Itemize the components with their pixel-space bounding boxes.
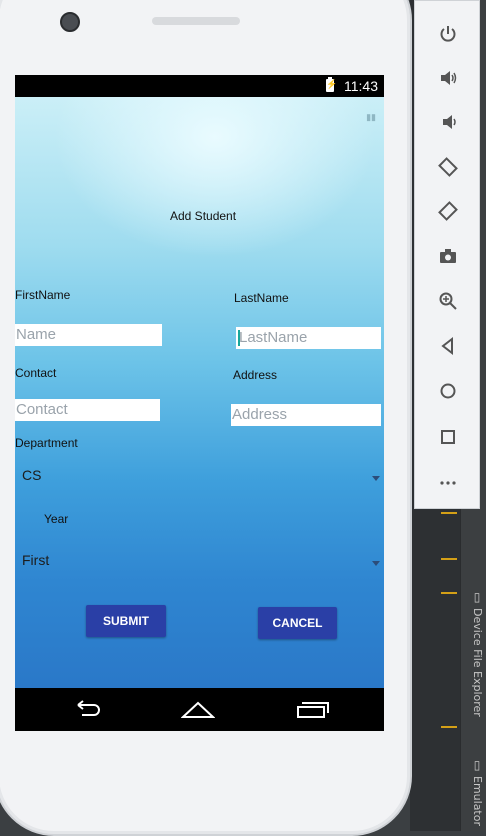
emulator-icon: ▯ <box>470 758 484 772</box>
phone-screen: 11:43 ▮▮ Add Student FirstName LastName … <box>15 75 384 731</box>
last-name-label: LastName <box>234 291 289 305</box>
back-button[interactable] <box>415 329 481 363</box>
status-bar: 11:43 <box>15 75 384 97</box>
power-button[interactable] <box>415 17 481 51</box>
overflow-handle-icon: ▮▮ <box>366 112 376 122</box>
last-name-input[interactable]: LastName <box>236 327 381 349</box>
ide-marker <box>441 512 457 514</box>
page-title: Add Student <box>170 209 237 223</box>
overview-icon <box>441 430 455 444</box>
zoom-button[interactable] <box>415 284 481 318</box>
overview-button[interactable] <box>415 420 481 454</box>
year-label: Year <box>44 512 69 526</box>
emulator-toolbar <box>414 0 480 509</box>
department-selected: CS <box>22 467 42 483</box>
first-name-input[interactable]: Name <box>15 324 162 346</box>
more-icon <box>440 481 456 485</box>
home-button[interactable] <box>415 374 481 408</box>
rotate-right-button[interactable] <box>415 194 481 228</box>
earpiece-speaker <box>152 17 240 25</box>
battery-charging-icon <box>326 77 337 92</box>
power-icon <box>440 26 456 42</box>
first-name-label: FirstName <box>15 288 71 302</box>
department-label: Department <box>15 436 78 450</box>
submit-button[interactable]: SUBMIT <box>86 605 166 637</box>
navigation-bar <box>15 688 384 731</box>
ide-marker <box>441 726 457 728</box>
device-file-explorer-icon: ▯ <box>470 590 484 604</box>
device-file-explorer-tab[interactable]: ▯Device File Explorer <box>462 590 484 717</box>
recents-icon[interactable] <box>296 699 330 719</box>
ide-marker <box>441 592 457 594</box>
address-input[interactable]: Address <box>231 404 381 426</box>
department-dropdown[interactable]: CS <box>22 467 380 491</box>
rotate-left-icon <box>438 157 458 177</box>
year-selected: First <box>22 552 50 568</box>
volume-up-icon <box>441 71 457 85</box>
status-time: 11:43 <box>344 78 378 94</box>
contact-label: Contact <box>15 366 57 380</box>
chevron-down-icon <box>372 476 380 481</box>
back-icon[interactable] <box>70 699 102 719</box>
back-icon <box>441 336 453 356</box>
address-label: Address <box>233 368 278 382</box>
last-name-placeholder: LastName <box>239 329 308 346</box>
year-dropdown[interactable]: First <box>22 552 380 576</box>
contact-input[interactable]: Contact <box>15 399 160 421</box>
rotate-left-button[interactable] <box>415 150 481 184</box>
cancel-button[interactable]: CANCEL <box>258 607 337 639</box>
more-button[interactable] <box>415 466 481 500</box>
text-cursor <box>238 330 240 346</box>
zoom-icon <box>439 292 457 310</box>
rotate-right-icon <box>438 201 458 221</box>
camera-icon <box>440 249 456 263</box>
screenshot-button[interactable] <box>415 239 481 273</box>
add-student-screen: ▮▮ Add Student FirstName LastName Name L… <box>15 97 384 688</box>
chevron-down-icon <box>372 561 380 566</box>
volume-down-button[interactable] <box>415 105 481 139</box>
emulator-tab[interactable]: ▯Emulator <box>462 758 484 826</box>
ide-marker <box>441 558 457 560</box>
volume-down-icon <box>443 115 456 129</box>
home-icon[interactable] <box>181 699 215 719</box>
volume-up-button[interactable] <box>415 61 481 95</box>
home-icon <box>440 383 456 399</box>
front-camera <box>60 12 80 32</box>
